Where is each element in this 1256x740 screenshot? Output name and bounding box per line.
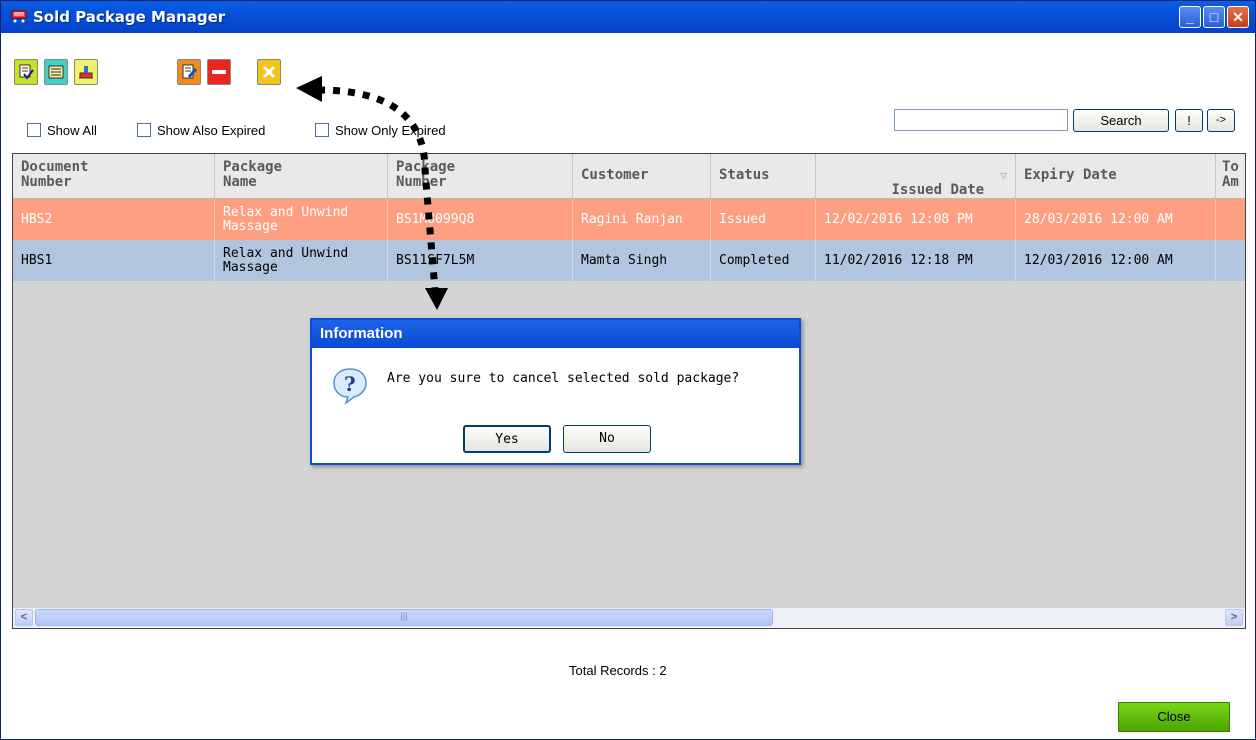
scroll-left-button[interactable]: < (15, 609, 33, 626)
edit-note-icon (182, 64, 197, 79)
scroll-thumb[interactable]: ||| (35, 609, 773, 626)
maximize-button[interactable]: □ (1203, 6, 1225, 28)
scroll-grip-icon: ||| (400, 611, 408, 621)
maximize-icon: □ (1209, 9, 1219, 25)
search-input[interactable] (894, 109, 1068, 131)
column-header-total-amount[interactable]: To Am (1216, 154, 1245, 198)
column-header-issued-date[interactable]: Issued Date ▽ (816, 154, 1016, 198)
cell-expiry-date: 12/03/2016 12:00 AM (1016, 240, 1216, 281)
cell-status: Issued (711, 199, 816, 240)
checkbox-icon (27, 123, 41, 137)
checkbox-icon (137, 123, 151, 137)
minimize-icon: _ (1186, 9, 1194, 25)
close-icon: ✕ (1232, 9, 1244, 25)
title-bar[interactable]: Sold Package Manager _ □ ✕ (1, 1, 1255, 33)
cell-total-amount (1216, 240, 1245, 281)
window-title: Sold Package Manager (33, 8, 226, 26)
new-sale-icon (19, 64, 34, 80)
arrow-button[interactable]: -> (1207, 109, 1235, 132)
edit-note-button[interactable] (177, 59, 201, 85)
no-button[interactable]: No (563, 425, 651, 453)
cancel-icon (262, 65, 276, 79)
table-row[interactable]: HBS2 Relax and Unwind Massage BS1M8099Q8… (13, 199, 1245, 240)
cell-total-amount (1216, 199, 1245, 240)
show-only-expired-checkbox[interactable]: Show Only Expired (315, 123, 446, 138)
show-also-expired-label: Show Also Expired (157, 123, 266, 138)
show-also-expired-checkbox[interactable]: Show Also Expired (137, 123, 265, 138)
minimize-button[interactable]: _ (1179, 6, 1201, 28)
dialog-title[interactable]: Information (312, 320, 799, 348)
cell-document-number: HBS1 (13, 240, 215, 281)
horizontal-scrollbar[interactable]: < ||| > (13, 607, 1245, 628)
import-icon (79, 66, 93, 79)
cell-issued-date: 11/02/2016 12:18 PM (816, 240, 1016, 281)
edit-record-button[interactable] (44, 59, 68, 85)
cell-package-number: BS1M8099Q8 (388, 199, 573, 240)
column-header-package-number[interactable]: Package Number (388, 154, 573, 198)
checkbox-icon (315, 123, 329, 137)
cart-icon (11, 10, 27, 23)
sort-descending-icon: ▽ (1000, 169, 1007, 182)
new-sale-button[interactable] (14, 59, 38, 85)
cell-package-number: BS11SF7L5M (388, 240, 573, 281)
question-icon: ? (333, 368, 367, 405)
cell-expiry-date: 28/03/2016 12:00 AM (1016, 199, 1216, 240)
total-records-label: Total Records : 2 (569, 663, 667, 678)
show-only-expired-label: Show Only Expired (335, 123, 446, 138)
cell-customer: Mamta Singh (573, 240, 711, 281)
confirm-cancel-dialog: Information ? Are you sure to cancel sel… (310, 318, 801, 465)
cell-document-number: HBS2 (13, 199, 215, 240)
issued-date-label: Issued Date (891, 182, 985, 198)
column-header-customer[interactable]: Customer (573, 154, 711, 198)
cancel-button[interactable] (257, 59, 281, 85)
table-row[interactable]: HBS1 Relax and Unwind Massage BS11SF7L5M… (13, 240, 1245, 281)
cell-package-name: Relax and Unwind Massage (215, 240, 388, 281)
column-header-document-number[interactable]: Document Number (13, 154, 215, 198)
column-header-expiry-date[interactable]: Expiry Date (1016, 154, 1216, 198)
dialog-message: Are you sure to cancel selected sold pac… (387, 371, 740, 386)
import-button[interactable] (74, 59, 98, 85)
cell-status: Completed (711, 240, 816, 281)
remove-button[interactable] (207, 59, 231, 85)
close-window-button[interactable]: ✕ (1227, 6, 1249, 28)
bang-button[interactable]: ! (1175, 109, 1203, 132)
svg-text:?: ? (344, 372, 356, 396)
edit-record-icon (48, 65, 64, 79)
column-header-status[interactable]: Status (711, 154, 816, 198)
show-all-label: Show All (47, 123, 97, 138)
grid-header: Document Number Package Name Package Num… (13, 154, 1245, 199)
remove-icon (212, 70, 226, 74)
cell-package-name: Relax and Unwind Massage (215, 199, 388, 240)
column-header-package-name[interactable]: Package Name (215, 154, 388, 198)
cell-customer: Ragini Ranjan (573, 199, 711, 240)
show-all-checkbox[interactable]: Show All (27, 123, 97, 138)
search-button[interactable]: Search (1073, 109, 1169, 132)
scroll-right-button[interactable]: > (1225, 609, 1243, 626)
cell-issued-date: 12/02/2016 12:08 PM (816, 199, 1016, 240)
yes-button[interactable]: Yes (463, 425, 551, 453)
close-button[interactable]: Close (1118, 702, 1230, 732)
